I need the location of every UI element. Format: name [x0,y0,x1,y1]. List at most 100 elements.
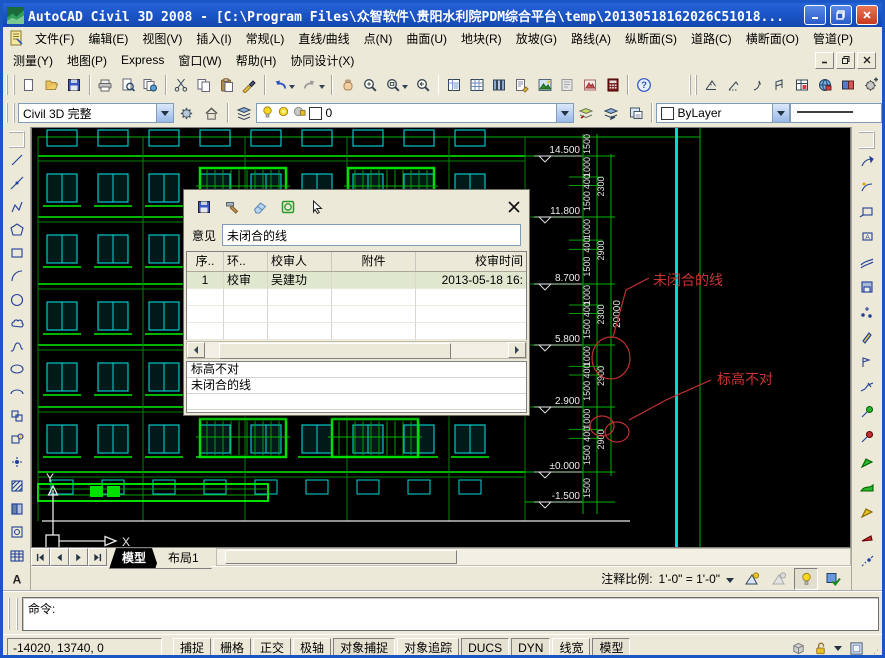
divide-point-icon[interactable] [855,550,879,574]
annotation-space-icon[interactable] [788,639,808,658]
list-item[interactable]: 未闭合的线 [187,378,526,394]
add-text-label-icon[interactable]: A [855,225,879,249]
tab-model[interactable]: 模型 [109,548,159,569]
layer-states-button[interactable] [624,101,649,126]
help-icon[interactable]: ? [632,73,655,98]
my-workspace-button[interactable] [199,101,224,126]
terrain-icon[interactable] [855,475,879,499]
style-manager-icon[interactable] [511,73,534,98]
menu-item-row2-5[interactable]: 协同设计(X) [283,50,361,71]
menu-item-row1-11[interactable]: 纵断面(S) [618,28,684,49]
red-point-icon[interactable] [855,425,879,449]
tab-layout1[interactable]: 布局1 [155,548,212,569]
breakline-icon[interactable] [855,375,879,399]
resize-grip[interactable]: ⋰ [868,639,878,658]
layer-manager-icon[interactable] [465,73,488,98]
menu-item-row2-2[interactable]: Express [114,51,171,69]
create-points-icon[interactable] [855,300,879,324]
copy-icon[interactable] [192,73,215,98]
tab-prev-icon[interactable] [50,548,69,566]
polyline-icon[interactable] [5,195,29,217]
menu-item-row1-6[interactable]: 点(N) [357,28,400,49]
close-button[interactable] [856,5,878,25]
scrollbar-thumb[interactable] [219,343,451,359]
undo-icon[interactable] [269,73,299,98]
make-block-icon[interactable] [5,428,29,450]
layer-lock-icon[interactable] [293,105,306,121]
menu-item-row1-1[interactable]: 编辑(E) [81,28,135,49]
plot-icon[interactable] [94,73,117,98]
mdi-close-button[interactable] [857,52,876,69]
menu-item-row2-4[interactable]: 帮助(H) [229,50,284,71]
toggle-ortho[interactable]: 正交 [253,638,291,658]
best-fit-icon[interactable] [855,175,879,199]
contour-icon[interactable] [855,250,879,274]
toolbar-lock-icon[interactable] [810,639,830,658]
grading-tool-icon[interactable] [723,73,746,98]
menu-item-row2-1[interactable]: 地图(P) [60,50,114,71]
export-gis-icon[interactable] [814,73,837,98]
paste-icon[interactable] [215,73,238,98]
menu-item-row1-7[interactable]: 曲面(U) [399,28,454,49]
zoom-realtime-icon[interactable] [359,73,382,98]
minimize-button[interactable] [804,5,826,25]
menu-item-row1-8[interactable]: 地块(R) [454,28,509,49]
chevron-down-icon[interactable] [832,639,844,658]
save-surface-icon[interactable] [855,275,879,299]
open-icon[interactable] [40,73,63,98]
layer-thaw-icon[interactable] [277,105,290,121]
text-icon[interactable]: A [5,568,29,590]
scroll-right-icon[interactable] [508,342,526,358]
comment-history-list[interactable]: 标高不对 未闭合的线 [186,361,527,413]
toggle-otrack[interactable]: 对象追踪 [397,638,459,658]
annotation-update-icon[interactable] [821,568,845,590]
menu-item-row1-2[interactable]: 视图(V) [135,28,189,49]
zoom-window-icon[interactable] [382,73,412,98]
eraser-tool-button[interactable] [248,195,272,219]
zoom-previous-icon[interactable] [412,73,435,98]
table-icon[interactable] [5,544,29,566]
line-icon[interactable] [5,149,29,171]
toggle-grid[interactable]: 栅格 [213,638,251,658]
command-input[interactable]: 命令: [22,597,879,631]
toggle-dyn[interactable]: DYN [511,638,550,658]
workspace-combo[interactable]: Civil 3D 完整 [18,103,174,123]
insert-block-icon[interactable] [5,405,29,427]
menu-item-row1-0[interactable]: 文件(F) [28,28,81,49]
markup-icon[interactable] [579,73,602,98]
toggle-lwt[interactable]: 线宽 [552,638,590,658]
menu-item-row1-5[interactable]: 直线/曲线 [291,28,356,49]
chevron-down-icon[interactable] [726,572,734,586]
color-combo[interactable]: ByLayer [656,103,790,123]
chevron-down-icon[interactable] [156,104,173,122]
menu-item-row1-3[interactable]: 插入(I) [189,28,238,49]
annotation-bulb-icon[interactable] [794,568,818,590]
autoscale-icon[interactable] [767,568,791,590]
select-tool-button[interactable] [304,195,328,219]
tab-last-icon[interactable] [88,548,107,566]
sheet-set-icon[interactable] [556,73,579,98]
hammer-tool-button[interactable] [220,195,244,219]
clean-screen-icon[interactable] [846,639,866,658]
construction-line-icon[interactable] [5,172,29,194]
station-flag-icon[interactable] [855,350,879,374]
col-attachment[interactable]: 附件 [332,252,416,271]
toolbar-grip[interactable] [859,131,875,149]
menu-item-row1-10[interactable]: 路线(A) [564,28,618,49]
green-flag-icon[interactable] [855,450,879,474]
mark-region-button[interactable] [276,195,300,219]
point-icon[interactable] [5,451,29,473]
polygon-icon[interactable] [5,219,29,241]
section-table-icon[interactable] [791,73,814,98]
col-seq[interactable]: 序.. [187,252,224,271]
properties-icon[interactable] [442,73,465,98]
toggle-model[interactable]: 模型 [592,638,630,658]
menu-item-row1-13[interactable]: 横断面(O) [739,28,806,49]
pan-icon[interactable] [336,73,359,98]
menu-item-row1-14[interactable]: 管道(P) [806,28,860,49]
gradient-icon[interactable] [5,498,29,520]
match-properties-icon[interactable] [238,73,261,98]
command-window-grip[interactable] [8,598,18,630]
hatch-icon[interactable] [5,475,29,497]
mdi-restore-button[interactable] [836,52,855,69]
